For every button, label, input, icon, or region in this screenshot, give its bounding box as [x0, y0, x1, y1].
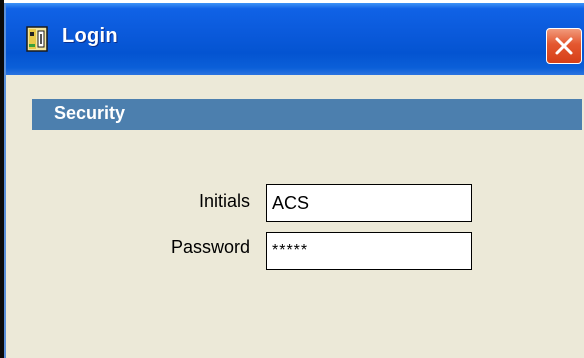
- password-input[interactable]: [266, 232, 472, 270]
- security-section-header: Security: [32, 99, 582, 130]
- initials-label: Initials: [198, 191, 250, 211]
- section-title: Security: [54, 103, 126, 123]
- screen: Login Security Initials Password: [0, 0, 584, 358]
- application-icon: [26, 26, 48, 52]
- initials-input[interactable]: [266, 184, 472, 222]
- close-icon: [555, 37, 573, 55]
- window-title: Login: [62, 25, 118, 47]
- title-bar[interactable]: Login: [6, 3, 584, 75]
- close-button[interactable]: [546, 28, 582, 64]
- password-label: Password: [170, 237, 250, 257]
- login-window: Login Security Initials Password: [4, 3, 584, 358]
